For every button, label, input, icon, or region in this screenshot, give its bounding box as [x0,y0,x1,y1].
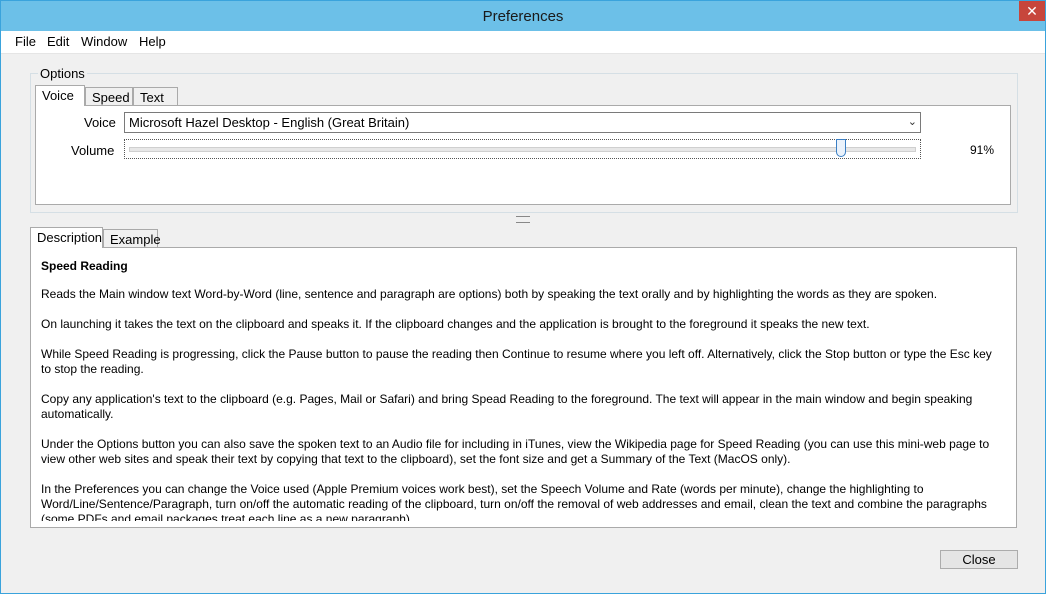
volume-slider[interactable] [124,139,921,159]
options-group-label: Options [38,66,87,81]
menu-bar: File Edit Window Help [1,31,1045,54]
voice-select-value: Microsoft Hazel Desktop - English (Great… [129,115,410,130]
volume-slider-track [129,147,916,152]
voice-label: Voice [84,115,116,130]
menu-edit[interactable]: Edit [47,34,69,49]
chevron-down-icon[interactable]: ⌄ [908,113,917,132]
description-heading: Speed Reading [41,259,128,273]
menu-help[interactable]: Help [139,34,166,49]
preferences-window: Preferences ✕ File Edit Window Help Opti… [0,0,1046,594]
tab-text[interactable]: Text [133,87,178,106]
description-paragraph: In the Preferences you can change the Vo… [41,482,987,521]
description-paragraph: While Speed Reading is progressing, clic… [41,347,992,376]
menu-file[interactable]: File [15,34,36,49]
volume-slider-thumb[interactable] [836,139,847,157]
tab-voice[interactable]: Voice [35,85,85,106]
menu-window[interactable]: Window [81,34,127,49]
volume-label: Volume [71,143,115,158]
volume-percent: 91% [970,143,995,157]
window-title: Preferences [482,8,564,25]
close-window-icon[interactable]: ✕ [1019,1,1045,21]
voice-select[interactable]: Microsoft Hazel Desktop - English (Great… [124,112,921,133]
description-paragraph: On launching it takes the text on the cl… [41,317,870,331]
splitter-handle[interactable] [516,216,530,223]
tab-speed[interactable]: Speed [85,87,133,106]
description-paragraph: Copy any application's text to the clipb… [41,392,973,421]
description-paragraph: Under the Options button you can also sa… [41,437,990,466]
tab-example[interactable]: Example [103,229,161,248]
tab-description[interactable]: Description [30,227,103,248]
description-paragraph: Reads the Main window text Word-by-Word … [41,287,938,301]
close-button[interactable]: Close [940,550,1018,569]
description-text: Speed Reading Reads the Main window text… [41,259,996,521]
title-bar[interactable]: Preferences ✕ [1,1,1045,31]
